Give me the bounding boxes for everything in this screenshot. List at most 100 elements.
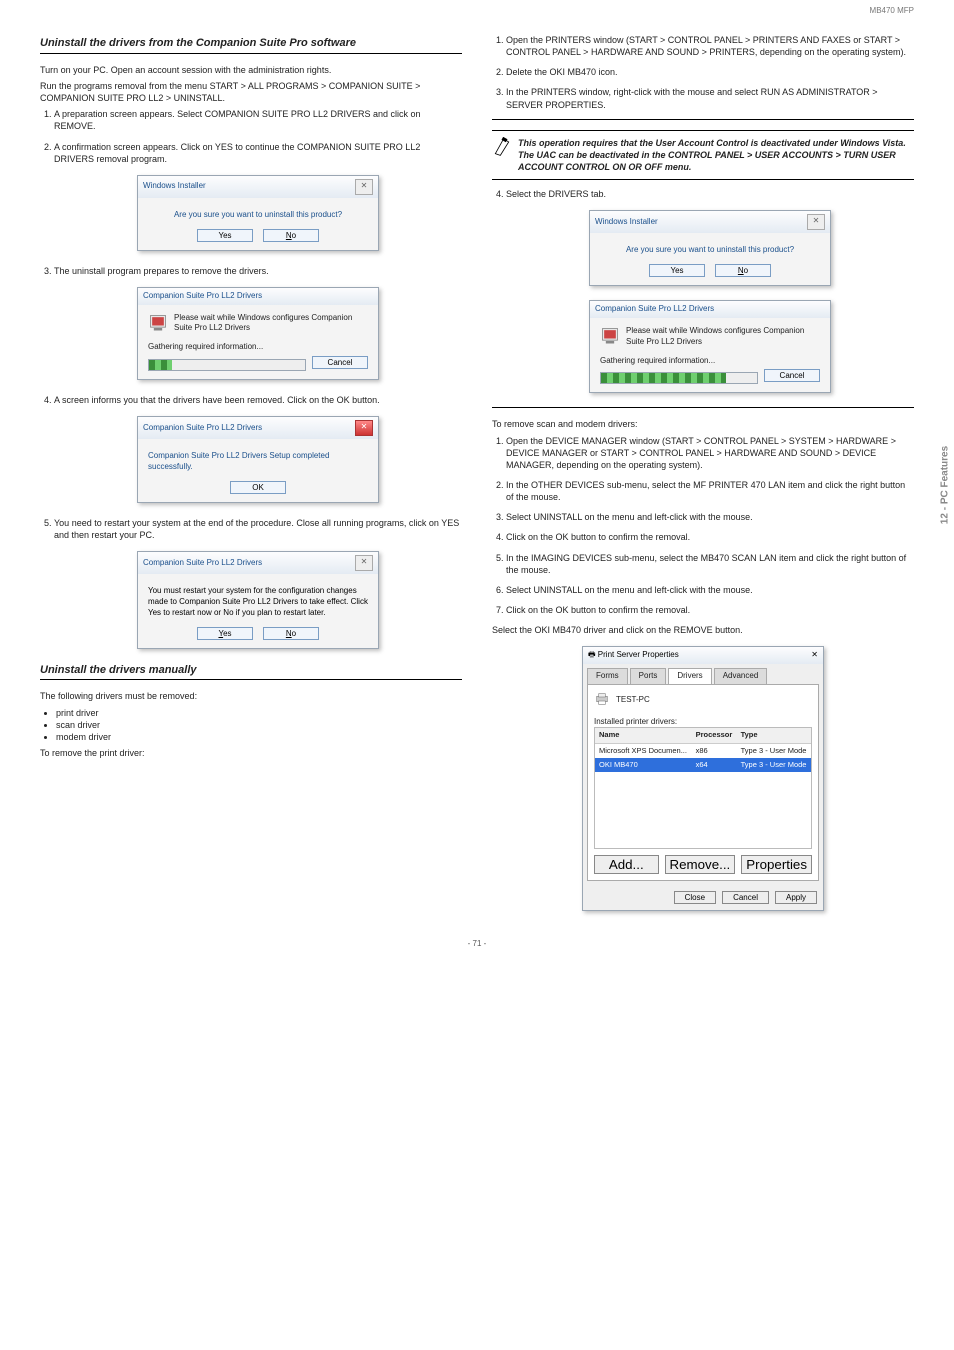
table-row[interactable]: OKI MB470 x64 Type 3 - User Mode [595, 758, 811, 772]
step-text: Select the DRIVERS tab. [506, 189, 606, 199]
cancel-button[interactable]: Cancel [764, 369, 820, 382]
cell: Microsoft XPS Documen... [595, 743, 692, 758]
note-icon [492, 137, 512, 160]
paragraph: Run the programs removal from the menu S… [40, 80, 462, 104]
printer-icon: 🖶 [588, 650, 596, 659]
no-button[interactable]: No [263, 627, 319, 640]
step: Select UNINSTALL on the menu and left-cl… [506, 584, 914, 596]
divider [40, 53, 462, 54]
close-icon[interactable]: ✕ [355, 555, 373, 571]
apply-button[interactable]: Apply [775, 891, 817, 904]
paragraph: To remove the print driver: [40, 747, 462, 759]
installer-icon [600, 326, 620, 350]
tab-drivers[interactable]: Drivers [668, 668, 711, 684]
properties-button[interactable]: Properties [741, 855, 812, 874]
cell: x86 [692, 743, 737, 758]
right-column: Open the PRINTERS window (START > CONTRO… [492, 30, 914, 921]
dialog-message: Please wait while Windows configures Com… [626, 326, 820, 348]
cancel-button[interactable]: Cancel [312, 356, 368, 369]
section-heading: Uninstall the drivers manually [40, 663, 462, 678]
driver-table[interactable]: Name Processor Type Microsoft XPS Docume… [594, 727, 812, 849]
steps-list: A preparation screen appears. Select COM… [40, 108, 462, 648]
close-icon[interactable]: ✕ [355, 179, 373, 195]
dialog-title: Windows Installer [595, 217, 658, 228]
step: A confirmation screen appears. Click on … [54, 141, 462, 251]
progress-bar [600, 372, 758, 384]
yes-button[interactable]: Yes [197, 229, 253, 242]
tab-ports[interactable]: Ports [630, 668, 667, 684]
step: In the OTHER DEVICES sub-menu, select th… [506, 479, 914, 503]
dialog-message: Are you sure you want to uninstall this … [600, 245, 820, 256]
no-button[interactable]: No [263, 229, 319, 242]
dialog-message: Please wait while Windows configures Com… [174, 313, 368, 335]
paragraph: Select the OKI MB470 driver and click on… [492, 624, 914, 636]
step: Select UNINSTALL on the menu and left-cl… [506, 511, 914, 523]
step-text: A confirmation screen appears. Click on … [54, 142, 420, 164]
left-column: Uninstall the drivers from the Companion… [40, 30, 462, 921]
divider [40, 679, 462, 680]
remove-button[interactable]: Remove... [665, 855, 736, 874]
paragraph: To remove scan and modem drivers: [492, 418, 914, 430]
table-row[interactable]: Microsoft XPS Documen... x86 Type 3 - Us… [595, 743, 811, 758]
divider [492, 119, 914, 120]
list-item: print driver [56, 707, 462, 719]
side-tab: 12 - PC Features [938, 446, 952, 524]
close-icon[interactable]: ✕ [355, 420, 373, 436]
printer-icon [594, 691, 610, 711]
progress-bar [148, 359, 306, 371]
dialog-restart: Companion Suite Pro LL2 Drivers ✕ You mu… [137, 551, 379, 648]
no-button[interactable]: No [715, 264, 771, 277]
dialog-preparing: Companion Suite Pro LL2 Drivers Please w… [137, 287, 379, 380]
print-server-properties-dialog: 🖶 Print Server Properties ✕ Forms Ports … [582, 646, 824, 911]
cancel-button[interactable]: Cancel [722, 891, 769, 904]
list-item: scan driver [56, 719, 462, 731]
dialog-title: Print Server Properties [598, 650, 679, 659]
dialog-complete: Companion Suite Pro LL2 Drivers ✕ Compan… [137, 416, 379, 503]
tab-advanced[interactable]: Advanced [714, 668, 768, 684]
installer-icon [148, 313, 168, 337]
dialog-title: Companion Suite Pro LL2 Drivers [143, 423, 262, 434]
add-button[interactable]: Add... [594, 855, 659, 874]
step: Open the DEVICE MANAGER window (START > … [506, 435, 914, 471]
paragraph: Turn on your PC. Open an account session… [40, 64, 462, 76]
cell: OKI MB470 [595, 758, 692, 772]
column-header[interactable]: Type [737, 728, 811, 743]
step: Click on the OK button to confirm the re… [506, 604, 914, 616]
step-text: You need to restart your system at the e… [54, 518, 459, 540]
step: Delete the OKI MB470 icon. [506, 66, 914, 78]
dialog-title: Companion Suite Pro LL2 Drivers [143, 291, 262, 302]
yes-button[interactable]: Yes [649, 264, 705, 277]
dialog-preparing: Companion Suite Pro LL2 Drivers Please w… [589, 300, 831, 393]
section-heading: Uninstall the drivers from the Companion… [40, 36, 462, 51]
column-header[interactable]: Processor [692, 728, 737, 743]
dialog-title: Companion Suite Pro LL2 Drivers [595, 304, 714, 315]
dialog-uninstall-confirm: Windows Installer ✕ Are you sure you wan… [137, 175, 379, 251]
column-header[interactable]: Name [595, 728, 692, 743]
status-text: Gathering required information... [148, 342, 368, 353]
page-number: - 71 - [40, 939, 914, 950]
close-icon[interactable]: ✕ [807, 214, 825, 230]
brand-name: MB470 MFP [870, 6, 914, 17]
step: A screen informs you that the drivers ha… [54, 394, 462, 503]
step: In the PRINTERS window, right-click with… [506, 86, 914, 110]
dialog-title: Windows Installer [143, 181, 206, 192]
step: The uninstall program prepares to remove… [54, 265, 462, 381]
note-text: This operation requires that the User Ac… [518, 137, 914, 173]
paragraph: The following drivers must be removed: [40, 690, 462, 702]
dialog-uninstall-confirm: Windows Installer ✕ Are you sure you wan… [589, 210, 831, 286]
tab-bar: Forms Ports Drivers Advanced [587, 668, 819, 684]
close-button[interactable]: Close [674, 891, 716, 904]
dialog-message: Are you sure you want to uninstall this … [148, 210, 368, 221]
step: In the IMAGING DEVICES sub-menu, select … [506, 552, 914, 576]
dialog-title: Companion Suite Pro LL2 Drivers [143, 558, 262, 569]
step: Select the DRIVERS tab. Windows Installe… [506, 188, 914, 393]
server-name: TEST-PC [616, 695, 650, 706]
cell: x64 [692, 758, 737, 772]
tab-forms[interactable]: Forms [587, 668, 628, 684]
ok-button[interactable]: OK [230, 481, 286, 494]
steps-list: Select the DRIVERS tab. Windows Installe… [492, 188, 914, 393]
step: A preparation screen appears. Select COM… [54, 108, 462, 132]
yes-button[interactable]: Yes [197, 627, 253, 640]
list-label: Installed printer drivers: [594, 717, 812, 728]
close-icon[interactable]: ✕ [811, 650, 818, 661]
